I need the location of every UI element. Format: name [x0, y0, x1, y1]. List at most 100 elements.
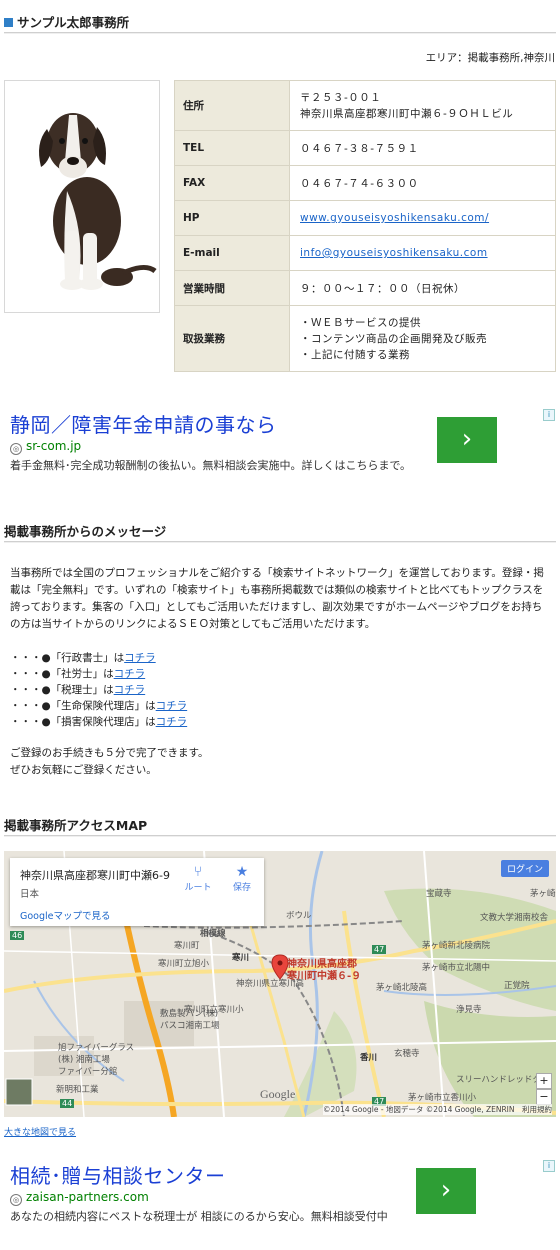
postal-code: 〒２５３-００１: [300, 91, 382, 104]
directions-icon: ⑂: [193, 864, 203, 880]
ad-headline[interactable]: 相続･贈与相談センター: [10, 1160, 226, 1189]
map-place-label: 敷島製パン(株): [160, 1009, 219, 1019]
open-in-google-maps-link[interactable]: Googleマップで見る: [20, 908, 111, 922]
office-title: サンプル太郎事務所: [4, 12, 556, 34]
zoom-out-button[interactable]: −: [536, 1089, 552, 1105]
list-item: ・・・●「行政書士」はコチラ: [10, 652, 156, 664]
message-body: 当事務所では全国のプロフェッショナルをご紹介する「検索サイトネットワーク」を運営…: [10, 565, 550, 779]
star-icon: ★: [235, 864, 249, 880]
map-place-label: 正覚院: [504, 981, 530, 991]
row-label: 住所: [174, 80, 290, 131]
large-map-link[interactable]: 大きな地図で見る: [4, 1125, 76, 1138]
service-item: ・コンテンツ商品の企画開発及び販売: [300, 332, 487, 345]
map-place-label: 茅ヶ崎市立香川小: [408, 1093, 477, 1103]
kochira-link[interactable]: コチラ: [156, 700, 188, 712]
closing-line: ご登録のお手続きも５分で完了できます。: [10, 747, 209, 759]
ad-description: 着手金無料･完全成功報酬制の後払い。無料相談会実施中。詳しくはこちらまで。: [10, 459, 412, 472]
kochira-link[interactable]: コチラ: [156, 716, 188, 728]
map-place-label: 寒川町立旭小: [158, 959, 210, 969]
zoom-in-button[interactable]: +: [536, 1073, 552, 1089]
map-place-label: 茅ヶ崎新北陵病院: [422, 941, 491, 951]
row-label: 営業時間: [174, 270, 290, 306]
list-item: ・・・●「社労士」はコチラ: [10, 668, 146, 680]
ad-arrow-button[interactable]: ›: [416, 1168, 476, 1214]
row-label: E-mail: [174, 235, 290, 271]
map-place-label: パスコ湘南工場: [160, 1021, 220, 1031]
map-place-label: スリーハンドレッドク: [456, 1075, 541, 1085]
service-item: ・上記に付随する業務: [300, 348, 410, 361]
list-item: ・・・●「生命保険代理店」はコチラ: [10, 700, 188, 712]
road-number-badge: 47: [372, 945, 387, 954]
globe-icon: ◎: [10, 1194, 22, 1206]
kochira-link[interactable]: コチラ: [114, 668, 146, 680]
ad-info-icon[interactable]: i: [543, 1160, 555, 1172]
map-place-label: 旭ファイバーグラス: [58, 1043, 135, 1053]
road-number-badge: 46: [10, 931, 25, 940]
map-place-label: 茅ヶ崎: [530, 889, 556, 899]
list-item: ・・・●「損害保険代理店」はコチラ: [10, 716, 188, 728]
google-logo: Google: [260, 1087, 296, 1101]
map-copyright: ©2014 Google - 地図データ ©2014 Google, ZENRI…: [323, 1104, 552, 1115]
ad-info-icon[interactable]: i: [543, 409, 555, 421]
card-country: 日本: [20, 889, 40, 900]
message-intro: 当事務所では全国のプロフェッショナルをご紹介する「検索サイトネットワーク」を運営…: [10, 567, 544, 630]
area-label: エリア：掲載事務所,神奈川: [425, 52, 555, 64]
route-button[interactable]: ⑂ ルート: [180, 864, 216, 893]
table-row: E-mail info@gyouseisyoshikensaku.com: [174, 235, 556, 271]
map-place-label: 茅ヶ崎北陵高: [376, 983, 428, 993]
map-place-label: (株) 湘南工場: [58, 1055, 110, 1065]
address-line: 神奈川県高座郡寒川町中瀬６-９ＯＨＬビル: [300, 107, 514, 120]
map-place-label: 寒川: [232, 953, 250, 963]
hours-value: ９：００～１７：００（日祝休）: [289, 270, 556, 306]
map-place-label: 玄穂寺: [394, 1049, 420, 1059]
service-item: ・ＷＥＢサービスの提供: [300, 316, 421, 329]
list-item: ・・・●「税理士」はコチラ: [10, 684, 146, 696]
map-place-label: 浄見寺: [456, 1005, 482, 1015]
map-place-label: 相模線: [200, 929, 226, 939]
ad-url[interactable]: sr-com.jp: [26, 439, 81, 453]
map-place-label: 宝蔵寺: [426, 889, 452, 899]
address-value: 〒２５３-００１ 神奈川県高座郡寒川町中瀬６-９ＯＨＬビル: [289, 80, 556, 131]
office-photo: [4, 80, 160, 313]
fax-value: ０４６７-７４-６３００: [289, 165, 556, 201]
row-label: FAX: [174, 165, 290, 201]
card-address: 神奈川県高座郡寒川町中瀬6-9: [20, 869, 170, 882]
ad-banner-2[interactable]: 相続･贈与相談センター ◎ zaisan-partners.com あなたの相続内…: [0, 1160, 560, 1250]
map-place-label: 寒川町: [174, 941, 200, 951]
access-map[interactable]: 神奈川県高座郡 寒川町中瀬６-９ 宝蔵寺 文教大学湘南校舎 茅ヶ崎新北陵病院 茅ヶ…: [4, 851, 556, 1117]
row-label: HP: [174, 200, 290, 236]
email-link[interactable]: info@gyouseisyoshikensaku.com: [300, 247, 488, 259]
globe-icon: ◎: [10, 443, 22, 455]
kochira-link[interactable]: コチラ: [124, 652, 156, 664]
map-place-label: 新明和工業: [56, 1085, 99, 1095]
table-row: 住所 〒２５３-００１ 神奈川県高座郡寒川町中瀬６-９ＯＨＬビル: [174, 80, 556, 131]
homepage-link[interactable]: www.gyouseisyoshikensaku.com/: [300, 212, 489, 224]
row-label: TEL: [174, 130, 290, 166]
map-place-label: 文教大学湘南校舎: [480, 913, 549, 923]
office-name: サンプル太郎事務所: [17, 15, 130, 30]
closing-line: ぜひお気軽にご登録ください。: [10, 764, 157, 776]
ad-description: あなたの相続内容にベストな税理士が 相談にのるから安心。無料相談受付中: [10, 1210, 388, 1223]
dog-image: [39, 113, 157, 290]
office-info-table: 住所 〒２５３-００１ 神奈川県高座郡寒川町中瀬６-９ＯＨＬビル TEL ０４６…: [174, 80, 556, 372]
map-place-label: 香川: [360, 1053, 378, 1063]
map-place-label: 茅ヶ崎市立北陽中: [422, 963, 491, 973]
map-place-label: 神奈川県立寒川高: [236, 979, 305, 989]
kochira-link[interactable]: コチラ: [114, 684, 146, 696]
services-value: ・ＷＥＢサービスの提供 ・コンテンツ商品の企画開発及び販売 ・上記に付随する業務: [289, 305, 556, 372]
ad-headline[interactable]: 静岡／障害年金申請の事なら: [10, 409, 277, 438]
table-row: 取扱業務 ・ＷＥＢサービスの提供 ・コンテンツ商品の企画開発及び販売 ・上記に付…: [174, 305, 556, 372]
ad-url[interactable]: zaisan-partners.com: [26, 1190, 149, 1204]
title-bullet-icon: [4, 18, 13, 27]
save-button[interactable]: ★ 保存: [224, 864, 260, 893]
ad-arrow-button[interactable]: ›: [437, 417, 497, 463]
map-login-button[interactable]: ログイン: [500, 860, 549, 877]
table-row: FAX ０４６７-７４-６３００: [174, 165, 556, 201]
table-row: 営業時間 ９：００～１７：００（日祝休）: [174, 270, 556, 306]
tel-value: ０４６７-３８-７５９１: [289, 130, 556, 166]
table-row: TEL ０４６７-３８-７５９１: [174, 130, 556, 166]
map-section-title: 掲載事務所アクセスMAP: [4, 815, 556, 837]
message-section-title: 掲載事務所からのメッセージ: [4, 521, 556, 543]
map-place-label: ボウル: [286, 911, 312, 921]
ad-banner-1[interactable]: 静岡／障害年金申請の事なら ◎ sr-com.jp 着手金無料･完全成功報酬制の後…: [0, 409, 560, 499]
